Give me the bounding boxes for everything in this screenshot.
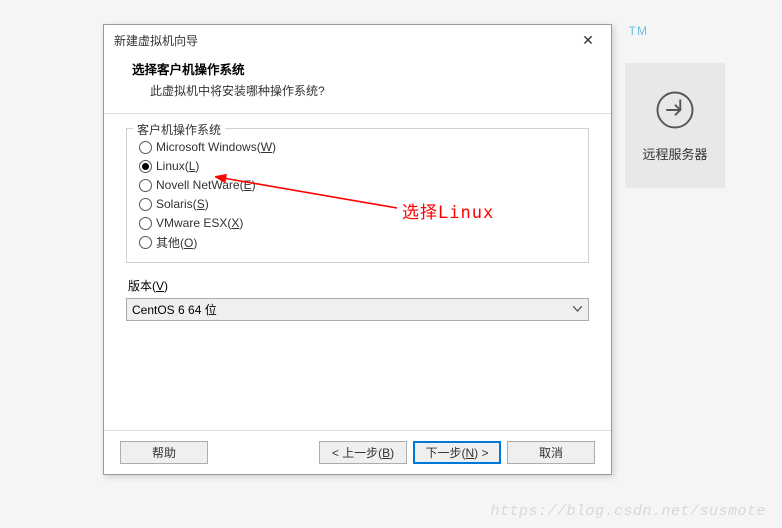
os-option-linux[interactable]: Linux(L) <box>139 157 576 175</box>
radio-icon <box>139 236 152 249</box>
os-option-vmware-esx[interactable]: VMware ESX(X) <box>139 214 576 232</box>
chevron-down-icon <box>573 304 582 315</box>
version-label: 版本(V) <box>128 277 589 294</box>
wizard-dialog: 新建虚拟机向导 ✕ 选择客户机操作系统 此虚拟机中将安装哪种操作系统? 客户机操… <box>103 24 612 475</box>
version-value: CentOS 6 64 位 <box>132 301 217 318</box>
version-select[interactable]: CentOS 6 64 位 <box>126 298 589 321</box>
next-button[interactable]: 下一步(N) > <box>413 441 501 464</box>
os-option-other[interactable]: 其他(O) <box>139 233 576 251</box>
remote-server-tile[interactable]: 远程服务器 <box>625 63 725 188</box>
os-label: 其他(O) <box>156 234 197 251</box>
dialog-titlebar: 新建虚拟机向导 ✕ <box>104 25 611 55</box>
cancel-button[interactable]: 取消 <box>507 441 595 464</box>
radio-icon <box>139 217 152 230</box>
os-option-novell[interactable]: Novell NetWare(E) <box>139 176 576 194</box>
guest-os-legend: 客户机操作系统 <box>133 121 225 138</box>
dialog-header: 选择客户机操作系统 此虚拟机中将安装哪种操作系统? <box>104 55 611 113</box>
os-label: Linux(L) <box>156 159 199 173</box>
os-label: Novell NetWare(E) <box>156 178 256 192</box>
radio-icon <box>139 160 152 173</box>
close-icon[interactable]: ✕ <box>573 29 603 51</box>
os-option-windows[interactable]: Microsoft Windows(W) <box>139 138 576 156</box>
remote-server-icon <box>654 89 696 134</box>
os-label: Solaris(S) <box>156 197 209 211</box>
dialog-heading: 选择客户机操作系统 <box>132 59 583 78</box>
help-button[interactable]: 帮助 <box>120 441 208 464</box>
dialog-title: 新建虚拟机向导 <box>114 32 573 49</box>
trademark-text: TM <box>629 24 648 38</box>
radio-icon <box>139 179 152 192</box>
os-label: VMware ESX(X) <box>156 216 243 230</box>
dialog-subheading: 此虚拟机中将安装哪种操作系统? <box>132 82 583 99</box>
back-button[interactable]: < 上一步(B) <box>319 441 407 464</box>
os-option-solaris[interactable]: Solaris(S) <box>139 195 576 213</box>
watermark: https://blog.csdn.net/susmote <box>490 503 766 520</box>
remote-server-label: 远程服务器 <box>642 144 707 163</box>
os-label: Microsoft Windows(W) <box>156 140 276 154</box>
radio-icon <box>139 141 152 154</box>
guest-os-group: 客户机操作系统 Microsoft Windows(W) Linux(L) No… <box>126 128 589 263</box>
dialog-content: 客户机操作系统 Microsoft Windows(W) Linux(L) No… <box>104 114 611 430</box>
radio-icon <box>139 198 152 211</box>
dialog-footer: 帮助 < 上一步(B) 下一步(N) > 取消 <box>104 430 611 474</box>
